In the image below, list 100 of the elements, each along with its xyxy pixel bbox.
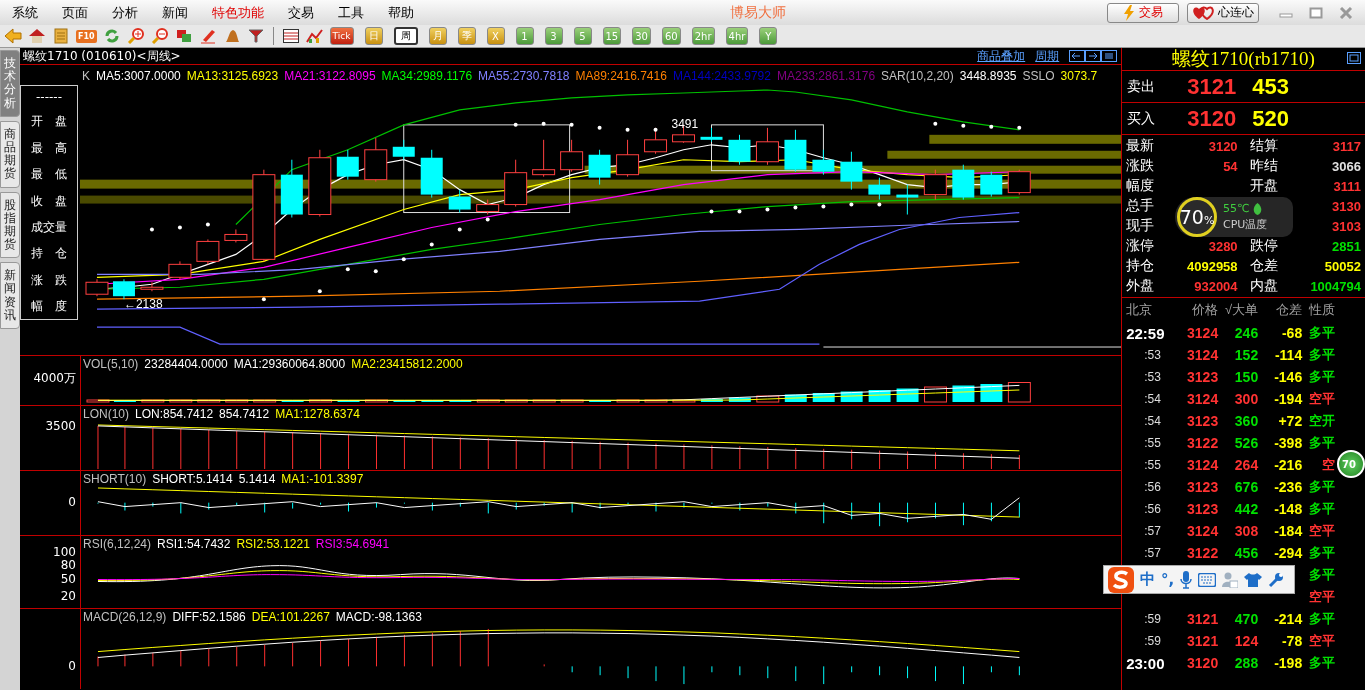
axis-label: 0 — [68, 659, 76, 673]
trade-price: 3124 — [1187, 523, 1219, 539]
side-tab[interactable]: 股指期货 — [0, 191, 20, 259]
side-tab[interactable]: 新闻资讯 — [0, 262, 20, 329]
legend-text: RSI3:54.6941 — [315, 537, 390, 551]
position-change: -216 — [1274, 457, 1303, 473]
notepad-icon[interactable] — [52, 28, 70, 44]
trade-nature: 多平 — [1309, 501, 1335, 516]
trade-price: 3123 — [1187, 413, 1219, 429]
period-button[interactable]: 1 — [515, 27, 534, 45]
close-icon[interactable] — [1339, 6, 1353, 19]
microphone-icon[interactable] — [1180, 570, 1193, 589]
trade-volume: 360 — [1234, 413, 1259, 429]
period-button[interactable]: 30 — [632, 27, 651, 45]
legend-text: MA13:3125.6923 — [186, 69, 279, 83]
punctuation-toggle[interactable]: °, — [1161, 570, 1175, 589]
stat-value: 3280 — [1208, 238, 1238, 254]
stat-value: 3120 — [1208, 138, 1238, 154]
period-button[interactable]: Y — [759, 27, 778, 45]
menu-item[interactable]: 工具 — [326, 3, 376, 22]
info-label: 最 低 — [31, 166, 67, 184]
menu-item[interactable]: 交易 — [276, 3, 326, 22]
trade-price: 3121 — [1187, 633, 1219, 649]
axis-label: 100 — [53, 545, 76, 559]
column-header: 北京 — [1126, 301, 1154, 319]
legend-text: MA1:1278.6374 — [275, 407, 360, 421]
stat-value: 932004 — [1194, 278, 1238, 294]
f10-button[interactable]: F10 — [76, 29, 97, 43]
trade-volume: 470 — [1234, 611, 1259, 627]
legend-text: DIFF:52.1586 — [172, 610, 246, 624]
chart-icon[interactable] — [305, 28, 324, 44]
cpu-monitor-widget[interactable]: 70% 55℃ CPU温度 — [1175, 197, 1293, 237]
trade-button[interactable]: 交易 — [1107, 2, 1179, 23]
legend-text: MA233:2861.3176 — [777, 69, 876, 83]
period-button[interactable]: 3 — [544, 27, 563, 45]
windows-icon[interactable] — [174, 28, 193, 44]
legend-text: RSI2:53.1221 — [236, 537, 310, 551]
stat-label: 涨停 — [1126, 237, 1155, 255]
trade-time: :56 — [1144, 480, 1161, 494]
menu-item[interactable]: 特色功能 — [200, 3, 276, 22]
stat-value: 1004794 — [1310, 278, 1361, 294]
side-tab[interactable]: 技术分析 — [0, 50, 20, 117]
trade-price: 3123 — [1187, 501, 1219, 517]
period-button[interactable]: 周 — [393, 27, 418, 45]
axis-label: 3500 — [45, 419, 76, 433]
zoom-in-icon[interactable] — [126, 28, 145, 44]
trade-time: :56 — [1144, 502, 1161, 516]
quote-price: 3120 — [1187, 105, 1238, 132]
menu-item[interactable]: 帮助 — [376, 3, 426, 22]
chart-link[interactable]: 周期 — [1035, 47, 1060, 65]
period-button[interactable]: Tick — [329, 27, 354, 45]
menu-item[interactable]: 系统 — [0, 3, 50, 22]
period-button[interactable]: 2hr — [691, 27, 715, 45]
stat-label: 跌停 — [1249, 237, 1278, 255]
table-icon[interactable] — [281, 28, 300, 44]
trade-price: 3121 — [1187, 611, 1219, 627]
legend-text: MACD(26,12,9) — [83, 610, 167, 624]
column-header: 性质 — [1308, 301, 1335, 319]
stat-label: 涨跌 — [1126, 157, 1155, 175]
home-icon[interactable] — [28, 28, 46, 44]
menu-item[interactable]: 新闻 — [150, 3, 200, 22]
trade-nature: 空 — [1322, 457, 1335, 472]
pencil-icon[interactable] — [198, 28, 217, 44]
period-button[interactable]: 5 — [573, 27, 592, 45]
wrench-icon[interactable] — [1268, 571, 1285, 588]
filter-icon[interactable] — [246, 28, 265, 44]
trade-nature: 空开 — [1309, 413, 1335, 428]
info-label: 涨 跌 — [31, 271, 67, 289]
period-button[interactable]: 60 — [661, 27, 681, 45]
restore-icon[interactable] — [1347, 52, 1361, 64]
axis-label: 50 — [60, 572, 76, 586]
stat-label: 总手 — [1126, 197, 1155, 215]
legend-text: MA89:2416.7416 — [575, 69, 667, 83]
zoom-out-icon[interactable] — [150, 28, 169, 44]
legend-text: MA1:29360064.8000 — [233, 357, 346, 371]
keyboard-icon[interactable] — [1198, 572, 1217, 587]
legend-text: LON(10) — [83, 407, 129, 421]
chart-link[interactable]: 商品叠加 — [977, 47, 1026, 65]
menu-item[interactable]: 页面 — [50, 3, 100, 22]
period-button[interactable]: 4hr — [725, 27, 749, 45]
position-change: -146 — [1274, 369, 1303, 385]
maximize-icon[interactable] — [1309, 6, 1323, 19]
input-mode-toggle[interactable]: 中 — [1140, 570, 1155, 589]
link-button[interactable]: 心连心 — [1187, 2, 1259, 23]
stat-value: 3130 — [1332, 198, 1361, 214]
window-controls-icon[interactable] — [1069, 50, 1118, 62]
info-label: 持 仓 — [31, 245, 67, 263]
info-label: 收 盘 — [31, 192, 67, 210]
legend-text: RSI(6,12,24) — [83, 537, 152, 551]
input-method-logo-icon[interactable] — [1108, 566, 1134, 593]
trade-volume: 150 — [1234, 369, 1259, 385]
stat-value: 54 — [1223, 158, 1238, 174]
trade-volume: 676 — [1234, 479, 1259, 495]
menu-item[interactable]: 分析 — [100, 3, 150, 22]
shirt-icon[interactable] — [1244, 571, 1263, 588]
period-button[interactable]: 15 — [602, 27, 622, 45]
back-arrow-icon[interactable] — [4, 28, 22, 44]
trade-nature: 多平 — [1309, 655, 1335, 670]
legend-text: MA144:2433.9792 — [672, 69, 771, 83]
side-tab[interactable]: 商品期货 — [0, 120, 20, 188]
